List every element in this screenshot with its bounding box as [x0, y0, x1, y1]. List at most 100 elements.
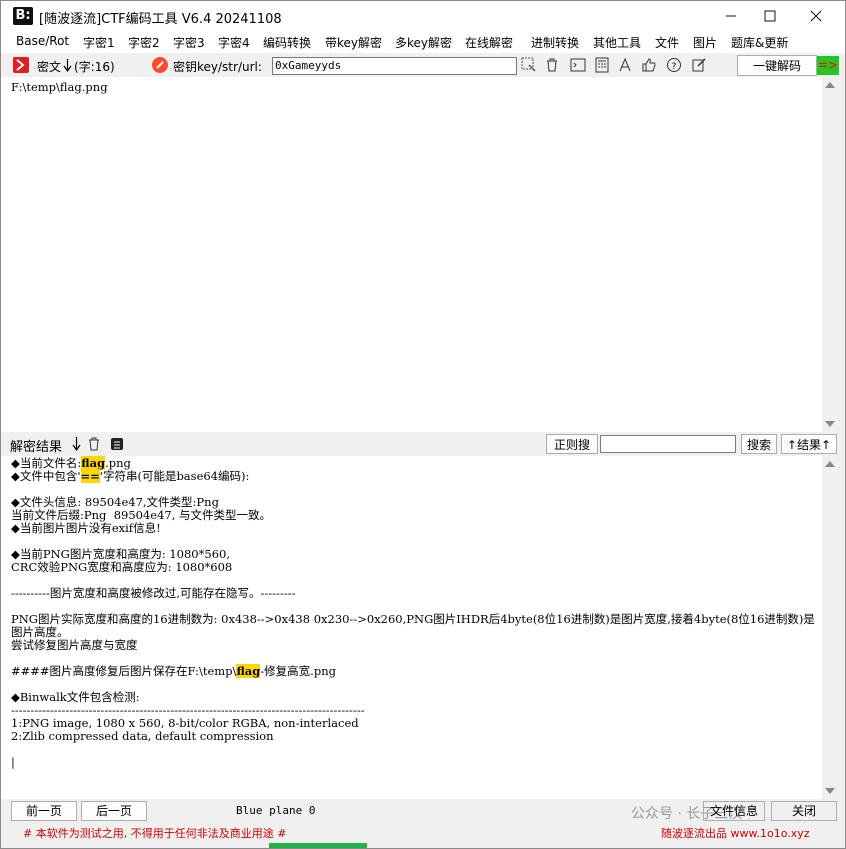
key-label: 密钥key/str/url: [173, 60, 262, 74]
output-text: CRC效验PNG宽度和高度应为: 1080*608 [11, 560, 233, 574]
output-text: 尝试修复图片高度与宽度 [11, 638, 138, 652]
key-edit-icon [152, 57, 168, 73]
char-count: (字:16) [74, 60, 115, 74]
menu-library-update[interactable]: 题库&更新 [731, 34, 788, 51]
output-line: | [11, 756, 820, 769]
close-icon [810, 10, 822, 22]
output-text: ◆当前图片图片没有exif信息! [11, 521, 161, 535]
terminal-icon[interactable] [570, 57, 586, 73]
arrow-up-icon: ↑ [821, 438, 832, 452]
output-line: 2:Zlib compressed data, default compress… [11, 730, 820, 743]
regex-search-button[interactable]: 正则搜 [546, 434, 598, 454]
output-text: ◆当前PNG图片宽度和高度为: 1080*560, [11, 547, 230, 561]
ciphertext-label: 密文 [37, 60, 62, 74]
output-text: 1:PNG image, 1080 x 560, 8-bit/color RGB… [11, 716, 359, 730]
prev-page-button[interactable]: 前一页 [11, 801, 77, 821]
scroll-down-icon[interactable] [825, 788, 835, 794]
highlighted-match: flag [81, 456, 106, 470]
menu-file[interactable]: 文件 [655, 34, 679, 51]
output-text: ◆当前文件名: [11, 456, 82, 470]
menu-image[interactable]: 图片 [693, 34, 717, 51]
maximize-button[interactable] [747, 1, 793, 31]
close-button[interactable]: 关闭 [771, 801, 837, 821]
output-text: ◆文件中包含' [11, 469, 81, 483]
trash-icon[interactable] [544, 57, 560, 73]
menu-bar: Base/Rot 字密1 字密2 字密3 字密4 编码转换 带key解密 多ke… [1, 31, 845, 53]
scroll-up-icon[interactable] [825, 461, 835, 467]
thumbs-up-icon[interactable] [641, 57, 657, 73]
ciphertext-icon [13, 57, 29, 73]
output-line: CRC效验PNG宽度和高度应为: 1080*608 [11, 561, 820, 574]
result-bar: 解密结果 正则搜 搜索 ↑结果↑ [1, 432, 845, 456]
menu-online-decrypt[interactable]: 在线解密 [465, 34, 513, 51]
output-line: 尝试修复图片高度与宽度 [11, 639, 820, 652]
output-text: ◆文件头信息: 89504e47,文件类型:Png [11, 495, 219, 509]
minimize-icon [726, 15, 736, 17]
toolbar: 密文 (字:16) 密钥key/str/url: 0xGameyyds ? 一键… [1, 53, 845, 77]
menu-multikey-decrypt[interactable]: 多key解密 [395, 34, 452, 51]
scroll-up-icon[interactable] [825, 82, 835, 88]
output-line: ◆文件中包含'=='字符串(可能是base64编码): [11, 469, 820, 483]
file-info-button[interactable]: 文件信息 [703, 801, 765, 821]
app-window: B: [随波逐流]CTF编码工具 V6.4 20241108 Base/Rot … [0, 0, 846, 849]
output-scrollbar[interactable] [822, 456, 838, 799]
edit-icon[interactable] [691, 57, 707, 73]
output-line: ####图片高度修复后图片保存在F:\temp\flag-修复高宽.png [11, 664, 820, 678]
regex-input[interactable] [600, 435, 736, 453]
key-input[interactable]: 0xGameyyds [272, 57, 517, 75]
calculator-icon[interactable] [594, 57, 610, 73]
taskbar-indicator [269, 843, 367, 848]
menu-other-tools[interactable]: 其他工具 [593, 34, 641, 51]
highlighted-match: flag [236, 664, 261, 678]
window-title: [随波逐流]CTF编码工具 V6.4 20241108 [39, 12, 282, 27]
result-up-button[interactable]: ↑结果↑ [781, 434, 837, 454]
output-line: ◆当前图片图片没有exif信息! [11, 522, 820, 535]
output-text: ----------------------------------------… [11, 703, 365, 717]
menu-encoding[interactable]: 编码转换 [263, 34, 311, 51]
font-icon[interactable] [618, 57, 634, 73]
help-icon[interactable]: ? [666, 57, 682, 73]
plane-status: Blue plane 0 [236, 804, 316, 817]
status-credit: 随波逐流出品 www.1o1o.xyz [661, 827, 810, 840]
menu-base-rot[interactable]: Base/Rot [16, 34, 69, 48]
result-label: 解密结果 [10, 440, 63, 455]
copy-icon[interactable] [109, 436, 125, 452]
output-text: 当前文件后缀:Png 89504e47, 与文件类型一致。 [11, 508, 272, 522]
result-up-label: 结果 [796, 438, 821, 452]
output-text: -修复高宽.png [260, 664, 336, 678]
highlighted-match: == [80, 469, 100, 483]
output-text: .png [105, 456, 131, 470]
menu-zimi2[interactable]: 字密2 [128, 34, 160, 51]
scroll-down-icon[interactable] [825, 421, 835, 427]
menu-base-convert[interactable]: 进制转换 [531, 34, 579, 51]
menu-zimi1[interactable]: 字密1 [83, 34, 115, 51]
status-bar: # 本软件为测试之用, 不得用于任何非法及商业用途 # 随波逐流出品 www.1… [1, 823, 845, 841]
output-text: ◆Binwalk文件包含检测: [11, 690, 140, 704]
arrow-up-icon: ↑ [786, 438, 797, 452]
input-scrollbar[interactable] [822, 77, 838, 432]
menu-zimi3[interactable]: 字密3 [173, 34, 205, 51]
svg-text:?: ? [672, 62, 677, 72]
title-bar: B: [随波逐流]CTF编码工具 V6.4 20241108 [1, 1, 845, 31]
output-text: | [11, 755, 15, 769]
menu-zimi4[interactable]: 字密4 [218, 34, 250, 51]
next-page-button[interactable]: 后一页 [81, 801, 147, 821]
menu-key-decrypt[interactable]: 带key解密 [325, 34, 382, 51]
status-disclaimer: # 本软件为测试之用, 不得用于任何非法及商业用途 # [23, 827, 287, 840]
decode-all-button[interactable]: 一键解码 [737, 55, 817, 76]
arrow-down-icon [63, 59, 72, 72]
trash-icon[interactable] [86, 436, 102, 452]
maximize-icon [764, 10, 776, 22]
ciphertext-input[interactable]: F:\temp\flag.png [9, 77, 822, 432]
run-arrow-button[interactable]: => [817, 56, 839, 75]
close-window-button[interactable] [793, 1, 839, 31]
search-button[interactable]: 搜索 [741, 434, 777, 454]
output-text: ####图片高度修复后图片保存在F:\temp\ [11, 664, 237, 678]
output-text: '字符串(可能是base64编码): [99, 469, 250, 483]
app-icon: B: [13, 7, 33, 25]
output-text: PNG图片实际宽度和高度的16进制数为: 0x438-->0x438 0x230… [11, 612, 815, 639]
output-line: ----------图片宽度和高度被修改过,可能存在隐写。--------- [11, 587, 820, 600]
result-output[interactable]: ◆当前文件名:flag.png ◆文件中包含'=='字符串(可能是base64编码… [9, 456, 822, 799]
select-cursor-icon[interactable] [521, 57, 537, 73]
